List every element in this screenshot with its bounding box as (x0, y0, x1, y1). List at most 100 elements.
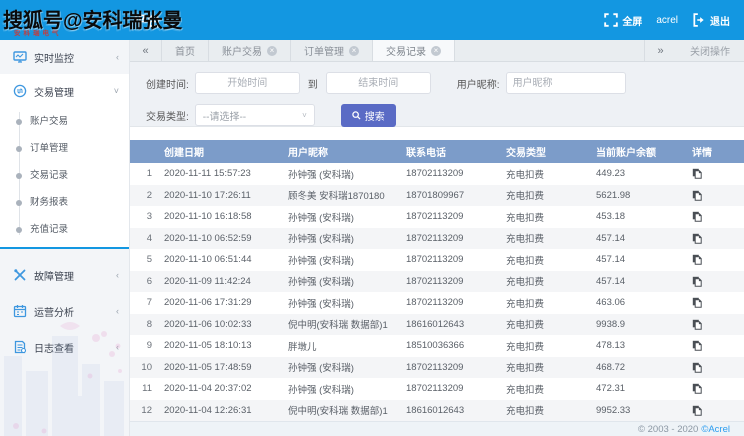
acrel-link[interactable]: ©Acrel (701, 424, 730, 435)
detail-copy-icon[interactable] (692, 233, 702, 244)
detail-copy-icon[interactable] (692, 319, 702, 330)
cell-balance: 457.14 (592, 249, 688, 271)
tab-close-icon[interactable]: × (431, 46, 441, 56)
col-nickname: 用户昵称 (284, 140, 402, 163)
start-time-input[interactable] (195, 72, 300, 94)
cell-nickname: 孙钟强 (安科瑞) (284, 378, 402, 400)
tab-close-icon[interactable]: × (267, 46, 277, 56)
tab-label: 账户交易 (222, 43, 262, 58)
row-index: 3 (130, 206, 160, 228)
table-row: 6 2020-11-09 11:42:24 孙钟强 (安科瑞) 18702113… (130, 271, 744, 293)
cell-balance: 478.13 (592, 335, 688, 357)
detail-copy-icon[interactable] (692, 211, 702, 222)
cell-nickname: 顾冬美 安科瑞1870180 (284, 185, 402, 207)
table-row: 12 2020-11-04 12:26:31 倪中明(安科瑞 数据部)1 186… (130, 400, 744, 422)
sidebar-item-fault-manage[interactable]: 故障管理 ‹ (0, 257, 129, 293)
sidebar-item-account-trade[interactable]: 账户交易 (0, 108, 129, 135)
detail-copy-icon[interactable] (692, 362, 702, 373)
sidebar-item-order-manage[interactable]: 订单管理 (0, 135, 129, 162)
sidebar-item-label: 交易管理 (34, 84, 114, 99)
sidebar-item-operation-analysis[interactable]: 运营分析 ‹ (0, 293, 129, 329)
row-index: 1 (130, 163, 160, 185)
col-balance: 当前账户余额 (592, 140, 688, 163)
cell-nickname: 孙钟强 (安科瑞) (284, 228, 402, 250)
logout-label: 退出 (710, 13, 730, 28)
cell-create-date: 2020-11-06 10:02:33 (160, 314, 284, 336)
detail-copy-icon[interactable] (692, 340, 702, 351)
detail-copy-icon[interactable] (692, 297, 702, 308)
row-index: 2 (130, 185, 160, 207)
col-index (130, 140, 160, 163)
tab-order-manage[interactable]: 订单管理 × (291, 40, 373, 61)
tab-account-trade[interactable]: 账户交易 × (209, 40, 291, 61)
sidebar-item-trade-manage[interactable]: 交易管理 ˅ (0, 74, 129, 108)
row-index: 10 (130, 357, 160, 379)
sidebar-item-trade-record[interactable]: 交易记录 (0, 162, 129, 189)
cell-phone: 18702113209 (402, 228, 502, 250)
table-row: 9 2020-11-05 18:10:13 胖墩儿 18510036366 充电… (130, 335, 744, 357)
fullscreen-button[interactable]: 全屏 (604, 13, 642, 28)
tab-label: 交易记录 (386, 43, 426, 58)
tab-close-icon[interactable]: × (349, 46, 359, 56)
monitor-icon (13, 50, 27, 64)
cell-trade-type: 充电扣费 (502, 249, 592, 271)
tabs-scroll-right-icon[interactable]: » (644, 40, 676, 61)
cell-create-date: 2020-11-10 16:18:58 (160, 206, 284, 228)
trade-type-select[interactable]: --请选择-- ˅ (195, 104, 315, 126)
tab-label: 首页 (175, 43, 195, 58)
col-create-date: 创建日期 (160, 140, 284, 163)
cell-create-date: 2020-11-05 18:10:13 (160, 335, 284, 357)
detail-copy-icon[interactable] (692, 405, 702, 416)
filter-panel: 创建时间: 到 用户昵称: 交易类型: --请选择-- ˅ (130, 62, 744, 127)
table-row: 3 2020-11-10 16:18:58 孙钟强 (安科瑞) 18702113… (130, 206, 744, 228)
row-index: 4 (130, 228, 160, 250)
tab-label: 订单管理 (304, 43, 344, 58)
cell-balance: 457.14 (592, 228, 688, 250)
detail-copy-icon[interactable] (692, 276, 702, 287)
sidebar-item-realtime-monitor[interactable]: 实时监控 ‹ (0, 40, 129, 74)
records-table: 创建日期 用户昵称 联系电话 交易类型 当前账户余额 详情 1 2020-11-… (130, 140, 744, 421)
sidebar-item-recharge-record[interactable]: 充值记录 (0, 216, 129, 243)
cell-create-date: 2020-11-05 17:48:59 (160, 357, 284, 379)
tabs-scroll-left-icon[interactable]: « (130, 40, 162, 61)
cell-balance: 457.14 (592, 271, 688, 293)
cell-phone: 18701809967 (402, 185, 502, 207)
cell-trade-type: 充电扣费 (502, 378, 592, 400)
detail-copy-icon[interactable] (692, 254, 702, 265)
content-area: « 首页 账户交易 × 订单管理 × 交易记录 × » 关闭操作 (130, 40, 744, 436)
search-button[interactable]: 搜索 (341, 104, 396, 127)
cell-trade-type: 充电扣费 (502, 400, 592, 422)
cell-nickname: 倪中明(安科瑞 数据部)1 (284, 400, 402, 422)
sidebar-item-finance-report[interactable]: 财务报表 (0, 189, 129, 216)
cell-phone: 18702113209 (402, 357, 502, 379)
chevron-down-icon: ˅ (114, 86, 119, 96)
end-time-input[interactable] (326, 72, 431, 94)
col-phone: 联系电话 (402, 140, 502, 163)
logout-icon (692, 13, 706, 27)
sidebar-item-label: 故障管理 (34, 268, 116, 283)
row-index: 8 (130, 314, 160, 336)
cell-nickname: 孙钟强 (安科瑞) (284, 357, 402, 379)
nickname-input[interactable] (506, 72, 626, 94)
detail-copy-icon[interactable] (692, 383, 702, 394)
username[interactable]: acrel (656, 15, 678, 26)
cell-create-date: 2020-11-04 20:37:02 (160, 378, 284, 400)
row-index: 7 (130, 292, 160, 314)
cell-trade-type: 充电扣费 (502, 206, 592, 228)
tab-trade-record[interactable]: 交易记录 × (373, 40, 455, 61)
tab-home[interactable]: 首页 (162, 40, 209, 61)
sidebar-item-log-view[interactable]: 日志查看 ‹ (0, 329, 129, 365)
close-operations-button[interactable]: 关闭操作 (676, 40, 744, 61)
sidebar: 实时监控 ‹ 交易管理 ˅ 账户交易 订单管理 交易记录 财务报表 (0, 40, 130, 436)
cell-trade-type: 充电扣费 (502, 335, 592, 357)
detail-copy-icon[interactable] (692, 168, 702, 179)
detail-copy-icon[interactable] (692, 190, 702, 201)
search-label: 搜索 (365, 108, 385, 123)
fullscreen-label: 全屏 (622, 13, 642, 28)
logout-button[interactable]: 退出 (692, 13, 730, 28)
cell-balance: 463.06 (592, 292, 688, 314)
sidebar-item-label: 日志查看 (34, 340, 116, 355)
cell-create-date: 2020-11-10 06:51:44 (160, 249, 284, 271)
col-trade-type: 交易类型 (502, 140, 592, 163)
cell-trade-type: 充电扣费 (502, 228, 592, 250)
